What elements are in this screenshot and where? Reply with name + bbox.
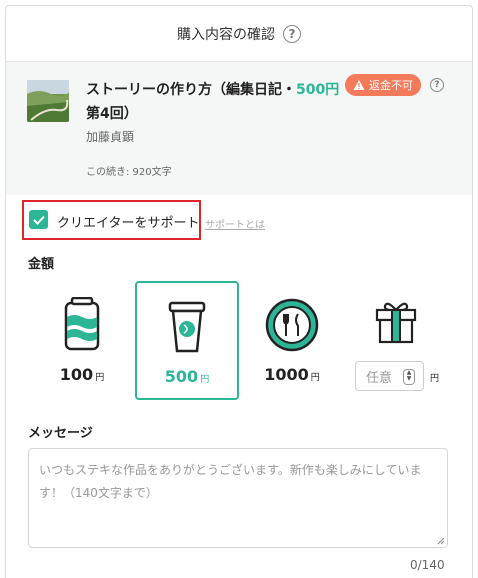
amount-stepper[interactable]: ▲ ▼ (403, 369, 415, 385)
help-icon[interactable]: ? (283, 24, 301, 43)
resize-grip-icon[interactable] (437, 537, 445, 545)
amount-label: 金額 (28, 257, 55, 272)
gift-icon (375, 302, 417, 344)
support-checkbox[interactable] (29, 210, 48, 229)
refund-help-icon[interactable]: ? (430, 78, 444, 92)
plate-icon (265, 298, 319, 352)
no-refund-badge: 返金不可 (345, 74, 421, 96)
article-title-main: ストーリーの作り方（編集日記・ (86, 82, 296, 98)
char-counter: 0/140 (410, 558, 445, 572)
check-icon (32, 215, 45, 225)
free-yen-unit: 円 (430, 374, 440, 384)
message-label: メッセージ (28, 426, 93, 441)
amount-value-100: 100 (59, 365, 94, 384)
warning-icon (353, 80, 365, 90)
article-title-tail: 第4回） (86, 106, 138, 122)
coffee-cup-icon (168, 301, 206, 353)
author-name[interactable]: 加藤貞顕 (86, 128, 134, 145)
message-placeholder: いつもステキな作品をありがとうございます。新作も楽しみにしています！（140文字… (39, 463, 422, 500)
yen-unit: 円 (310, 373, 320, 383)
panel-header: 購入内容の確認 ? (6, 6, 472, 62)
amount-option-500[interactable]: 500 円 (135, 281, 239, 400)
amount-option-100[interactable]: 100 円 (30, 281, 134, 400)
amount-value-1000: 1000 (264, 365, 309, 384)
badge-label: 返金不可 (369, 79, 413, 92)
can-icon (64, 297, 100, 351)
free-amount-input[interactable]: 任意 ▲ ▼ (355, 361, 424, 391)
free-amount-placeholder: 任意 (366, 370, 393, 386)
page-title: 購入内容の確認 (177, 26, 275, 43)
yen-unit: 円 (200, 375, 210, 385)
support-label[interactable]: クリエイターをサポート (57, 212, 199, 231)
amount-option-1000[interactable]: 1000 円 (240, 281, 344, 400)
article-title: ストーリーの作り方（編集日記・500円 第4回） (86, 78, 376, 126)
yen-unit: 円 (95, 373, 105, 383)
message-textarea[interactable]: いつもステキな作品をありがとうございます。新作も楽しみにしています！（140文字… (28, 448, 448, 548)
amount-value-500: 500 (164, 367, 199, 386)
continuation-length: この続き: 920文字 (86, 167, 172, 178)
gift-icon-wrap (373, 298, 419, 348)
article-thumbnail (27, 80, 69, 122)
support-info-link[interactable]: サポートとは (205, 216, 265, 231)
article-price: 500円 (296, 82, 340, 98)
